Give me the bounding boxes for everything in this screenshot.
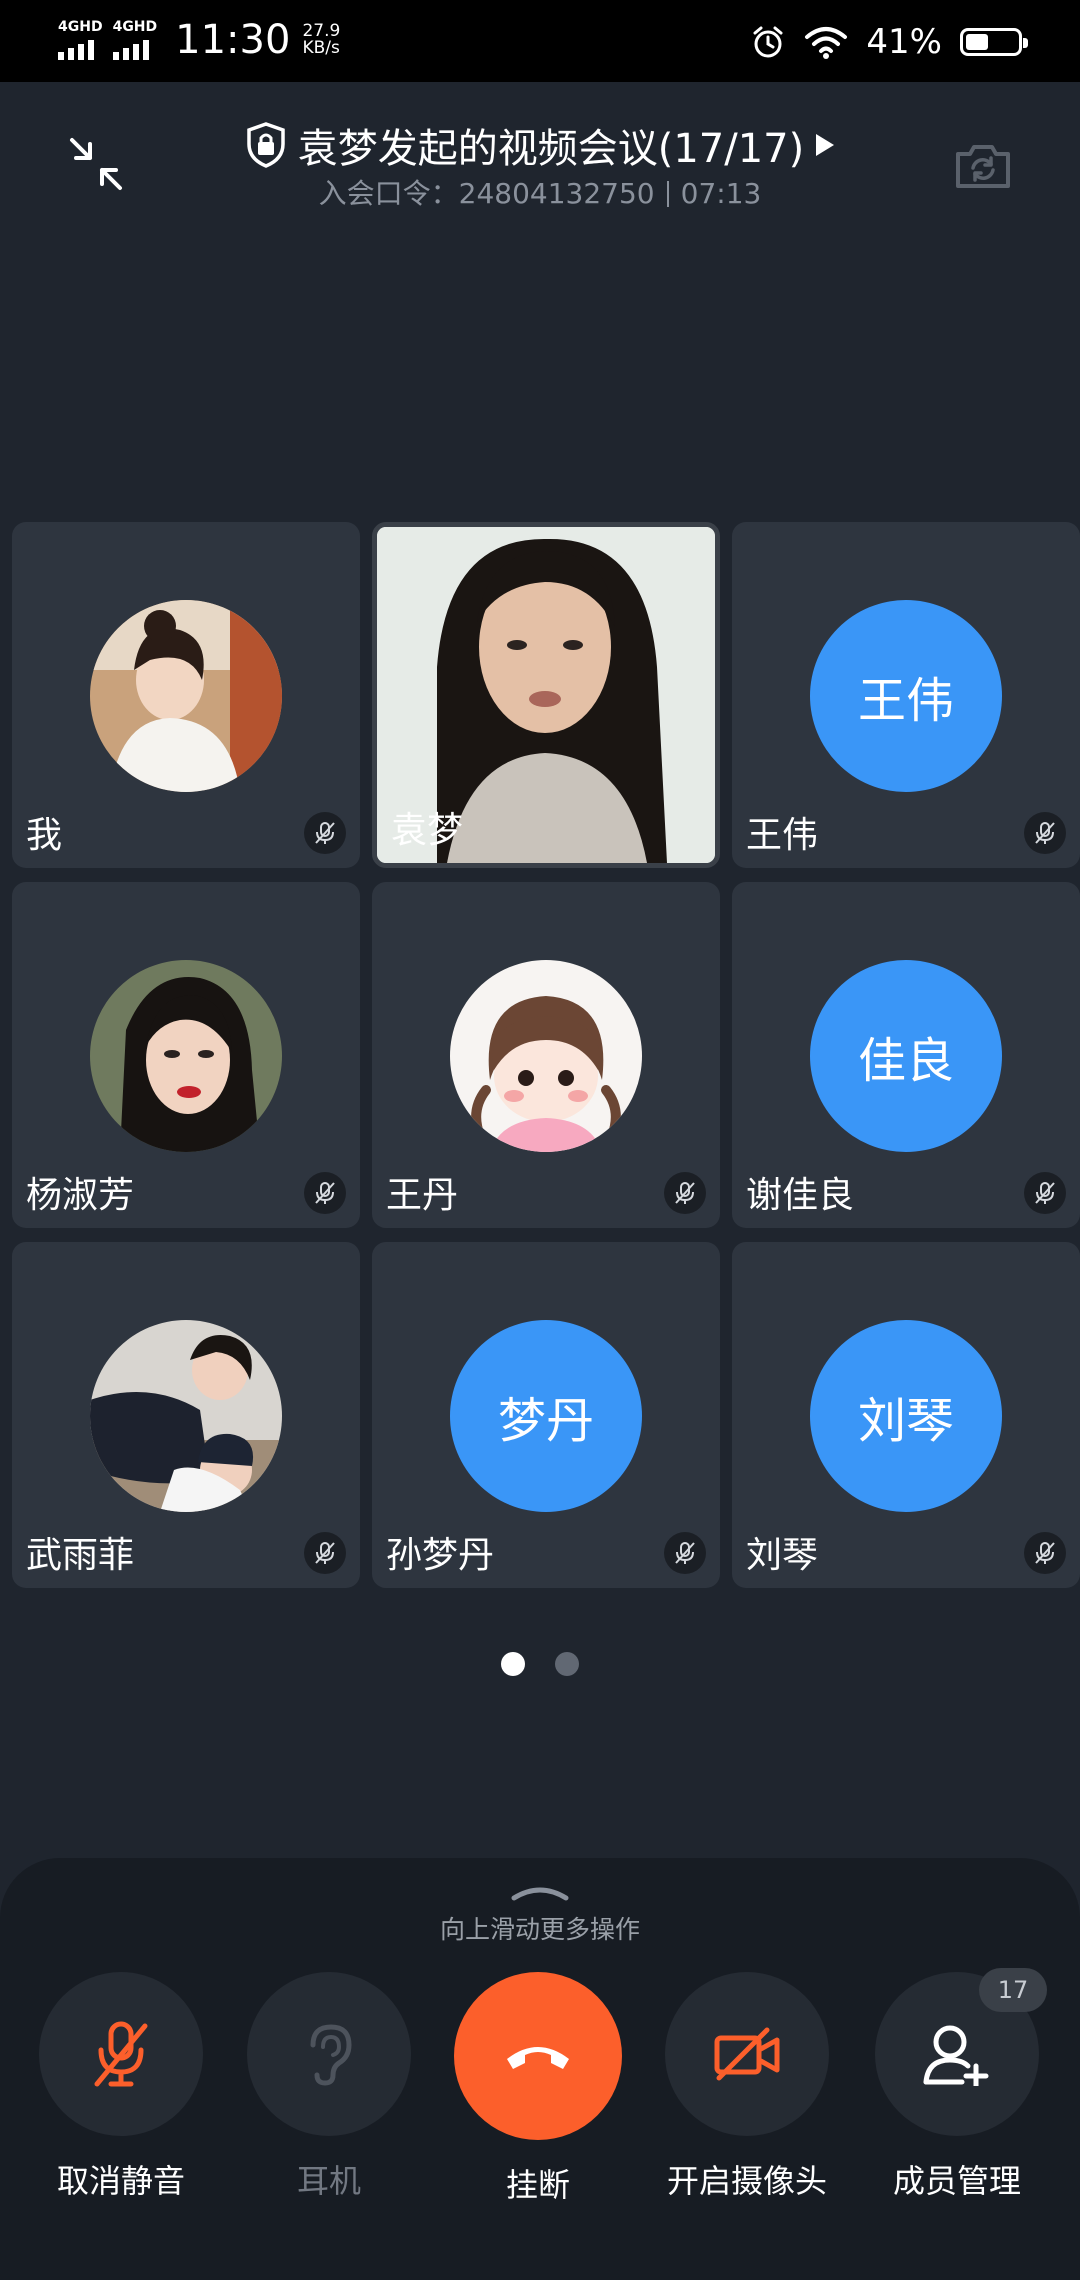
avatar	[450, 960, 642, 1152]
hangup-button[interactable]: 挂断	[454, 1972, 622, 2206]
play-triangle-icon	[816, 134, 835, 156]
battery-percentage: 41%	[866, 22, 942, 62]
participant-name: 谢佳良	[746, 1175, 855, 1216]
network-type-label: 4GHD	[112, 19, 158, 35]
meeting-duration: 07:13	[680, 177, 762, 210]
wifi-icon	[805, 27, 848, 59]
status-bar: 4GHD 4GHD 11:30 27.9 KB/s 41%	[0, 0, 1080, 82]
network-type-label: 4GHD	[58, 19, 103, 35]
camera-label: 开启摄像头	[666, 2162, 827, 2200]
participant-name: 袁梦	[391, 810, 464, 851]
meeting-title-row[interactable]: 袁梦发起的视频会议(17/17)	[0, 116, 1080, 174]
avatar	[90, 1320, 282, 1512]
signal-icon-1: 4GHD	[58, 20, 103, 60]
member-add-icon	[923, 2025, 989, 2086]
earpiece-button[interactable]: 耳机	[246, 1972, 412, 2202]
avatar-initials: 佳良	[810, 960, 1002, 1152]
speed-unit: KB/s	[302, 38, 340, 58]
participant-tile-video[interactable]: 袁梦	[372, 522, 720, 868]
participant-name: 孙梦丹	[386, 1535, 495, 1576]
hangup-circle[interactable]	[454, 1972, 622, 2140]
control-panel[interactable]: 向上滑动更多操作 取消静音 耳机 挂断 开启摄像头 17 成员管理	[0, 1858, 1080, 2280]
earpiece-label: 耳机	[296, 2162, 361, 2200]
camera-circle[interactable]	[665, 1972, 829, 2136]
mic-muted-icon	[664, 1172, 706, 1214]
participant-tile[interactable]: 王丹	[372, 882, 720, 1228]
mic-muted-icon	[1024, 1532, 1066, 1574]
swipe-hint: 向上滑动更多操作	[439, 1915, 640, 1944]
page-indicator	[0, 1652, 1080, 1676]
unmute-circle[interactable]	[39, 1972, 203, 2136]
participant-tile[interactable]: 武雨菲	[12, 1242, 360, 1588]
network-speed: 27.9 KB/s	[302, 23, 340, 57]
mic-muted-icon	[304, 812, 346, 854]
meeting-header: 袁梦发起的视频会议(17/17) 入会口令：24804132750 07:13	[0, 82, 1080, 232]
hangup-label: 挂断	[505, 2166, 570, 2204]
participant-name: 武雨菲	[26, 1535, 135, 1576]
members-button[interactable]: 17 成员管理	[874, 1968, 1047, 2202]
participant-name: 王伟	[746, 815, 819, 856]
mic-muted-icon	[664, 1532, 706, 1574]
avatar-initials: 王伟	[810, 600, 1002, 792]
participant-name: 我	[26, 815, 63, 856]
members-circle[interactable]: 17	[875, 1968, 1047, 2136]
phone-hangup-icon	[507, 2047, 569, 2069]
battery-icon	[960, 28, 1028, 56]
ear-icon	[310, 2024, 352, 2086]
meeting-info: 入会口令：24804132750 07:13	[0, 172, 1080, 212]
page-dot-active[interactable]	[501, 1652, 525, 1676]
participant-tile[interactable]: 王伟 王伟	[732, 522, 1080, 868]
participant-tile[interactable]: 刘琴 刘琴	[732, 1242, 1080, 1588]
participant-name: 杨淑芳	[26, 1175, 135, 1216]
unmute-label: 取消静音	[56, 2162, 185, 2200]
mic-muted-icon	[1024, 812, 1066, 854]
participant-tile[interactable]: 我	[12, 522, 360, 868]
participant-name: 王丹	[386, 1175, 459, 1216]
avatar	[90, 600, 282, 792]
avatar	[90, 960, 282, 1152]
earpiece-circle[interactable]	[247, 1972, 411, 2136]
camera-toggle-button[interactable]: 开启摄像头	[664, 1972, 830, 2202]
camera-off-icon	[714, 2027, 780, 2081]
mic-off-icon	[94, 2021, 148, 2087]
clock: 11:30	[175, 17, 291, 63]
mic-muted-icon	[304, 1172, 346, 1214]
meeting-code: 入会口令：24804132750	[318, 177, 655, 210]
meeting-title: 袁梦发起的视频会议(17/17)	[297, 126, 805, 172]
avatar-initials: 梦丹	[450, 1320, 642, 1512]
members-label: 成员管理	[892, 2162, 1021, 2200]
mic-muted-icon	[304, 1532, 346, 1574]
member-count-badge: 17	[979, 1968, 1047, 2012]
participant-name: 刘琴	[746, 1535, 819, 1576]
alarm-icon	[753, 26, 783, 58]
participant-tile[interactable]: 梦丹 孙梦丹	[372, 1242, 720, 1588]
signal-icon-2: 4GHD	[112, 19, 158, 60]
shield-lock-icon	[247, 122, 285, 168]
switch-camera-icon[interactable]	[952, 140, 1014, 192]
participant-tile[interactable]: 杨淑芳	[12, 882, 360, 1228]
avatar-initials: 刘琴	[810, 1320, 1002, 1512]
page-dot[interactable]	[555, 1652, 579, 1676]
chevron-up-icon[interactable]	[510, 1884, 570, 1902]
mic-muted-icon	[1024, 1172, 1066, 1214]
participant-tile[interactable]: 佳良 谢佳良	[732, 882, 1080, 1228]
unmute-button[interactable]: 取消静音	[38, 1972, 204, 2202]
